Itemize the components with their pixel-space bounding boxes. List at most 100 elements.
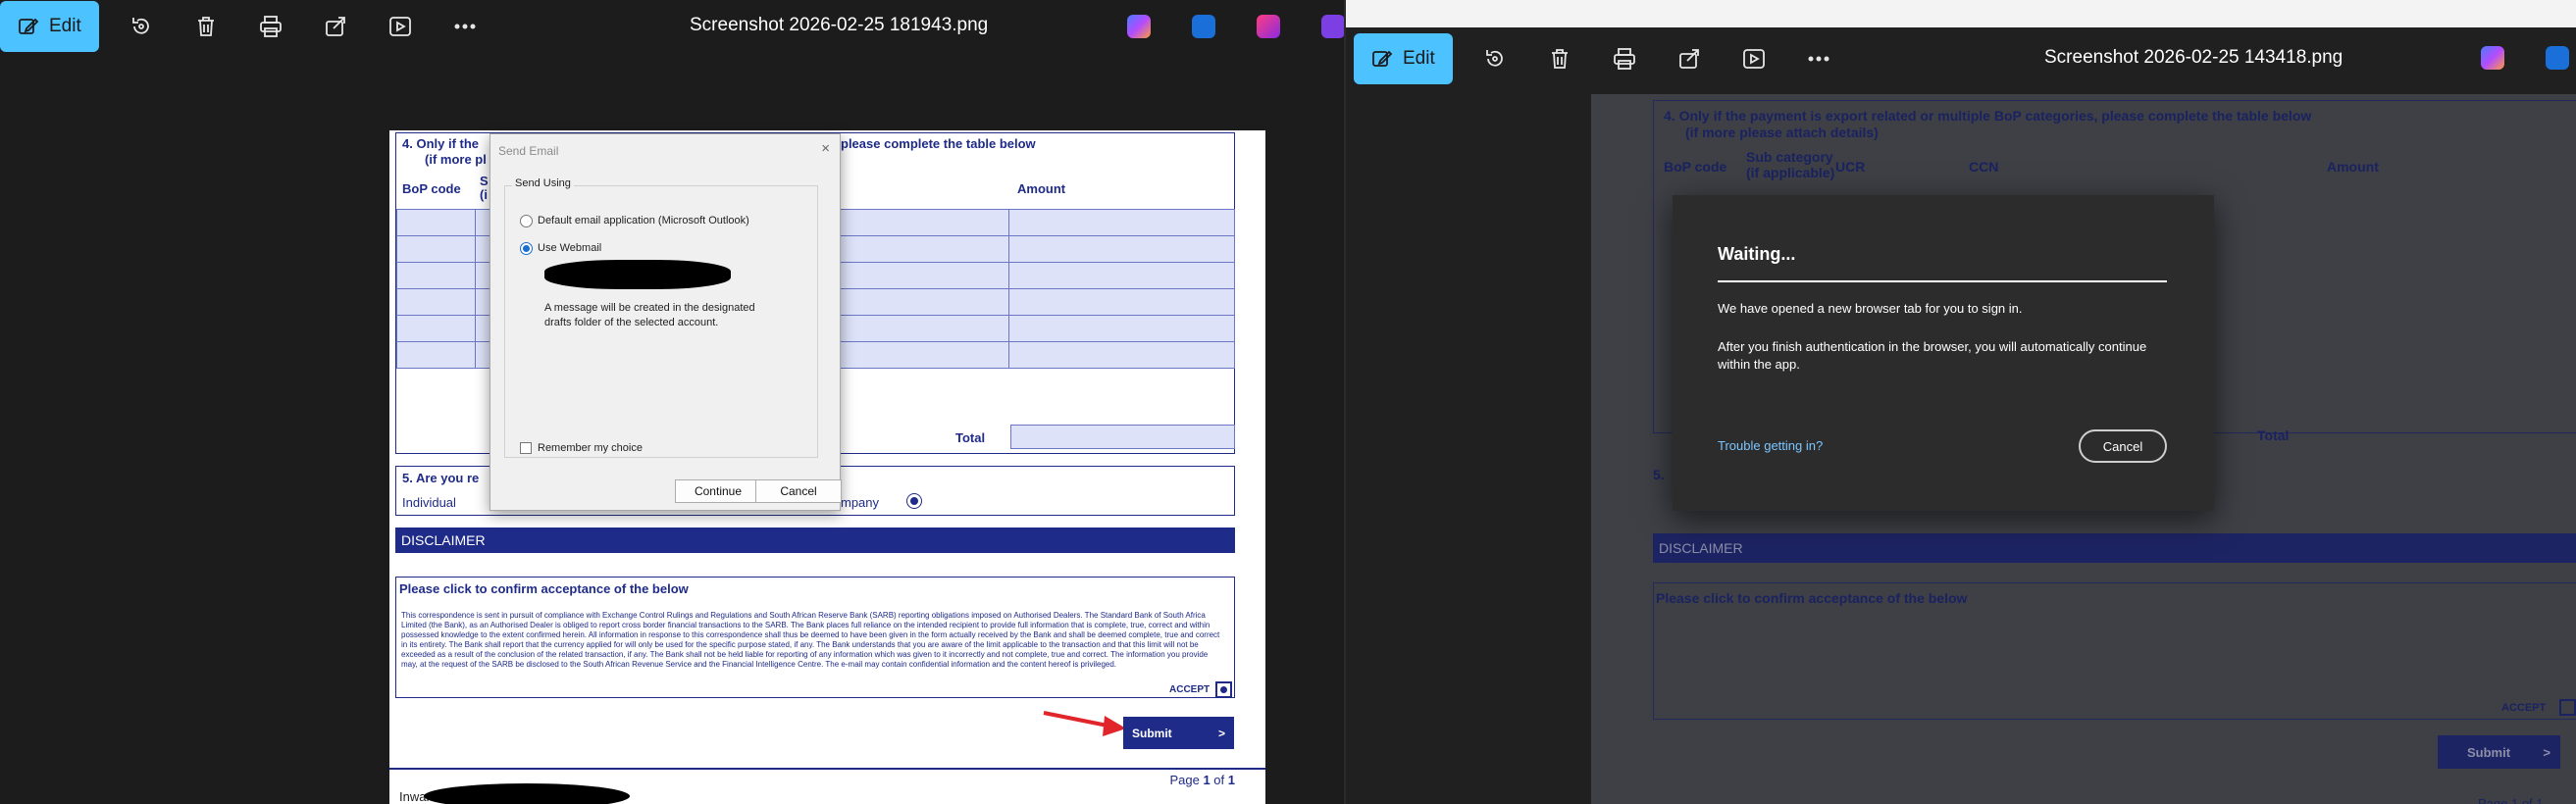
option-default: Default email application (Microsoft Out… [538, 215, 749, 226]
redaction [544, 260, 731, 289]
submit-button[interactable]: Submit > [2438, 735, 2560, 769]
continue-button[interactable]: Continue [675, 479, 761, 503]
legal-text: This correspondence is sent in pursuit o… [401, 611, 1220, 669]
delete-icon[interactable] [193, 14, 219, 39]
total-field[interactable] [1010, 425, 1235, 449]
accept-label: ACCEPT [2501, 702, 2547, 714]
table-cell[interactable] [396, 209, 476, 236]
page-total: 1 [1227, 773, 1235, 787]
section-4-heading-b: please complete the table below [841, 136, 1036, 151]
edit-label: Edit [1403, 48, 1435, 69]
checkbox-mark [1220, 686, 1227, 693]
designer-icon[interactable] [2546, 46, 2569, 70]
confirm-heading: Please click to confirm acceptance of th… [399, 581, 689, 596]
radio-default[interactable] [520, 215, 533, 227]
share-icon[interactable] [323, 14, 348, 39]
page-of: of [1210, 773, 1228, 787]
chevron-right-icon: > [2543, 745, 2550, 760]
edit-button[interactable]: Edit [1354, 33, 1453, 84]
close-icon[interactable]: × [821, 140, 830, 157]
edit-button[interactable]: Edit [0, 1, 99, 52]
toolbar: Edit [1346, 29, 2576, 88]
section-5-number: 5. [1653, 467, 1665, 482]
col-amount: Amount [1017, 181, 1066, 196]
col-sub-category-2: (if applicable) [1746, 165, 1835, 180]
company-radio[interactable] [906, 493, 922, 509]
copilot-icon[interactable] [2481, 46, 2504, 70]
table-cell[interactable] [396, 262, 476, 289]
submit-label: Submit [1132, 727, 1172, 740]
edit-icon [1372, 50, 1393, 67]
modal-line2: After you finish authentication in the b… [1718, 339, 2147, 372]
radio-dot [910, 497, 918, 505]
video-icon[interactable] [1741, 46, 1767, 72]
trouble-link[interactable]: Trouble getting in? [1718, 438, 1823, 453]
table-cell[interactable] [396, 315, 476, 342]
modal-line1: We have opened a new browser tab for you… [1718, 301, 2023, 316]
col-sub: S [480, 174, 489, 188]
table-cell[interactable] [1008, 235, 1235, 263]
webmail-note: A message will be created in the designa… [544, 302, 755, 328]
page-number: 1 [1203, 773, 1211, 787]
table-cell[interactable] [1008, 315, 1235, 342]
redaction [424, 783, 630, 804]
more-icon[interactable] [452, 14, 478, 39]
table-cell[interactable] [1008, 288, 1235, 316]
section-4-subheading: (if more please attach details) [1685, 125, 1879, 140]
copilot-icon[interactable] [1127, 15, 1151, 38]
col-amount: Amount [2327, 159, 2379, 175]
page-prefix: Page [1169, 773, 1204, 787]
share-icon[interactable] [1676, 46, 1702, 72]
red-arrow [1043, 711, 1126, 736]
divider [389, 768, 1265, 770]
table-cell[interactable] [396, 288, 476, 316]
radio-dot [523, 245, 530, 252]
table-cell[interactable] [396, 341, 476, 369]
dialog-title: Send Email [498, 144, 559, 158]
accept-checkbox[interactable] [2559, 699, 2576, 716]
file-name: Screenshot 2026-02-25 181943.png [690, 15, 989, 35]
col-bop-code: BoP code [1664, 159, 1727, 175]
file-name: Screenshot 2026-02-25 143418.png [2044, 47, 2344, 68]
table-cell[interactable] [1008, 262, 1235, 289]
col-ccn: CCN [1969, 159, 1999, 175]
table-cell[interactable] [1008, 341, 1235, 369]
section-5-heading: 5. Are you re [402, 471, 480, 485]
clipchamp-icon[interactable] [1257, 15, 1280, 38]
col-sub-category: Sub category [1746, 149, 1833, 165]
company-label: mpany [841, 495, 880, 510]
cancel-button[interactable]: Cancel [2079, 429, 2167, 463]
edit-label: Edit [49, 16, 81, 36]
video-icon[interactable] [387, 14, 413, 39]
rotate-icon[interactable] [1482, 46, 1508, 72]
col-bop-code: BoP code [402, 181, 461, 196]
table-cell[interactable] [396, 235, 476, 263]
accept-label: ACCEPT [1169, 684, 1211, 695]
page-indicator: Page 1 of 1 [1169, 773, 1235, 787]
accept-checkbox[interactable] [1215, 681, 1232, 698]
edit-icon [19, 18, 39, 34]
submit-button[interactable]: Submit > [1123, 717, 1234, 749]
modal-title: Waiting... [1718, 244, 1796, 264]
app-icon[interactable] [1321, 15, 1345, 38]
remember-checkbox[interactable] [520, 442, 532, 454]
more-icon[interactable] [1806, 46, 1831, 72]
cancel-button[interactable]: Cancel [755, 479, 842, 503]
section-4-subheading: (if more pl [425, 152, 487, 167]
title-strip [1346, 0, 2576, 27]
confirm-heading: Please click to confirm acceptance of th… [1656, 590, 1968, 606]
radio-webmail[interactable] [520, 242, 533, 255]
designer-icon[interactable] [1192, 15, 1215, 38]
section-4-heading: 4. Only if the payment is export related… [1664, 108, 2312, 124]
print-icon[interactable] [1612, 46, 1637, 72]
col-ucr: UCR [1835, 159, 1866, 175]
remember-label: Remember my choice [538, 442, 643, 454]
col-sub2: (i [480, 187, 488, 202]
print-icon[interactable] [258, 14, 283, 39]
table-cell[interactable] [1008, 209, 1235, 236]
total-label: Total [955, 430, 986, 445]
delete-icon[interactable] [1547, 46, 1572, 72]
modal-divider [1718, 280, 2167, 282]
rotate-icon[interactable] [129, 14, 154, 39]
disclaimer-bar: DISCLAIMER [1653, 533, 2576, 563]
